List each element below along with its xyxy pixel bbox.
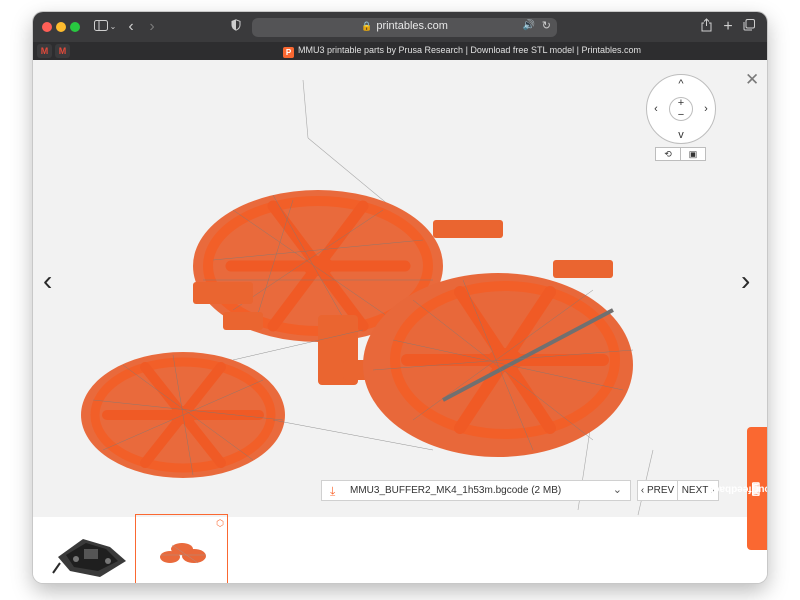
rotate-down-icon[interactable]: v xyxy=(675,130,687,141)
tabs-icon[interactable] xyxy=(742,18,756,36)
pager: ‹ PREV NEXT › xyxy=(637,480,719,501)
close-window-button[interactable] xyxy=(42,22,52,32)
rotate-left-icon[interactable]: ‹ xyxy=(650,104,662,115)
reload-icon[interactable]: ↻ xyxy=(542,19,551,32)
model-viewer[interactable]: ✕ ‹ › ^ v ‹ › + − ⟲ ▣ ⤓ MMU3_BUFFER2_MK4… xyxy=(33,60,767,517)
zoom-out-button[interactable]: − xyxy=(675,110,687,121)
zoom-in-button[interactable]: + xyxy=(675,98,687,109)
url-text: printables.com xyxy=(376,20,448,32)
rotate-up-icon[interactable]: ^ xyxy=(675,79,687,90)
pinned-tab-gmail-1[interactable]: M xyxy=(37,44,52,58)
feedback-label: ⌨ Share your feedback xyxy=(707,481,767,496)
tab-title-text: MMU3 printable parts by Prusa Research |… xyxy=(298,45,641,55)
forward-arrow-icon[interactable]: › xyxy=(146,18,158,36)
plus-icon[interactable]: + xyxy=(721,18,735,36)
browser-toolbar: ⌄ ‹ › 🔒 printables.com 🔊 ↻ + xyxy=(33,12,767,42)
chevron-down-icon: ⌄ xyxy=(612,484,622,496)
zoom-window-button[interactable] xyxy=(70,22,80,32)
browser-window: ⌄ ‹ › 🔒 printables.com 🔊 ↻ + M M P MMU3 pr… xyxy=(33,12,767,583)
previous-image-arrow-icon[interactable]: ‹ xyxy=(43,267,52,295)
file-select-dropdown[interactable]: ⤓ MMU3_BUFFER2_MK4_1h53m.bgcode (2 MB) ⌄ xyxy=(321,480,631,501)
thumbnail-strip: ⬡ xyxy=(33,514,767,583)
view-controls: ^ v ‹ › + − ⟲ ▣ xyxy=(646,74,716,161)
file-name: MMU3_BUFFER2_MK4_1h53m.bgcode (2 MB) xyxy=(350,485,562,496)
thumbnail-photo[interactable] xyxy=(48,519,136,581)
lock-icon: 🔒 xyxy=(361,21,373,31)
address-bar[interactable]: 🔒 printables.com 🔊 ↻ xyxy=(252,18,557,37)
share-icon[interactable] xyxy=(699,18,713,36)
download-icon[interactable]: ⤓ xyxy=(330,484,335,499)
minimize-window-button[interactable] xyxy=(56,22,66,32)
wheel-right xyxy=(363,273,634,457)
cube-icon: ⬡ xyxy=(216,518,224,528)
tab-bar: M M P MMU3 printable parts by Prusa Resea… xyxy=(33,42,767,60)
next-image-arrow-icon[interactable]: › xyxy=(741,267,750,295)
close-viewer-icon[interactable]: ✕ xyxy=(745,70,759,90)
cube-view-icon[interactable]: ▣ xyxy=(680,147,706,161)
printables-favicon: P xyxy=(283,47,294,58)
chevron-down-icon[interactable]: ⌄ xyxy=(109,18,117,36)
shield-icon[interactable] xyxy=(230,18,242,36)
pinned-tab-gmail-2[interactable]: M xyxy=(55,44,70,58)
share-feedback-button[interactable]: ⌨ Share your feedback xyxy=(707,427,767,550)
active-tab[interactable]: P MMU3 printable parts by Prusa Research … xyxy=(283,45,641,58)
back-arrow-icon[interactable]: ‹ xyxy=(125,18,137,36)
audio-icon[interactable]: 🔊 xyxy=(523,20,535,31)
thumbnail-gcode-preview[interactable]: ⬡ xyxy=(135,514,228,583)
prev-button[interactable]: ‹ PREV xyxy=(638,481,678,500)
reset-view-icon[interactable]: ⟲ xyxy=(655,147,681,161)
rotate-right-icon[interactable]: › xyxy=(700,104,712,115)
